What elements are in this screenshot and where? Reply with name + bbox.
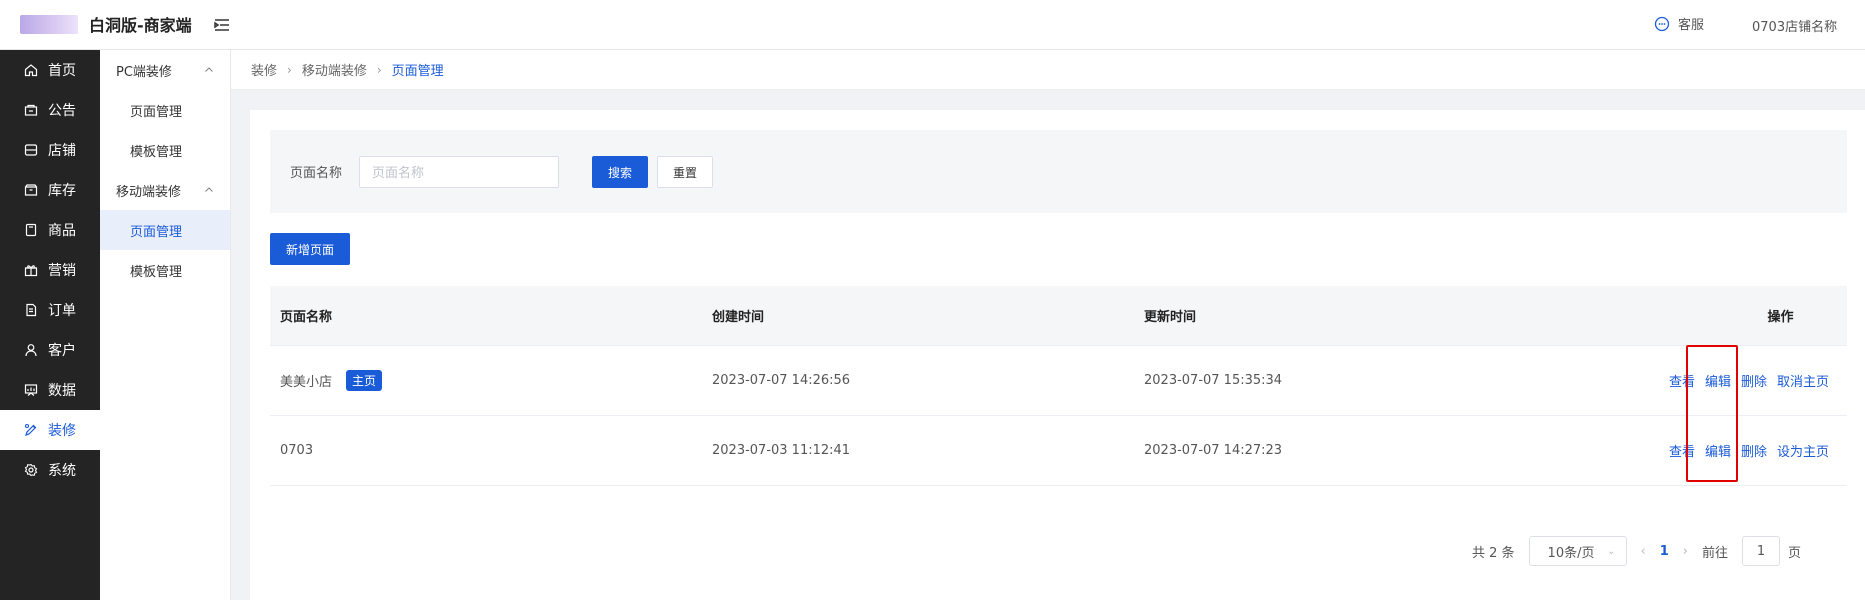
pagination: 共 2 条 10条/页 ⌄ ‹ 1 › 前往 1 页: [1472, 536, 1801, 566]
sidebar-item-label: 数据: [48, 383, 76, 399]
sidebar-item-goods[interactable]: 商品: [0, 210, 100, 250]
store-icon: [24, 144, 38, 156]
chevron-right-icon: ›: [376, 62, 382, 77]
search-button[interactable]: 搜索: [592, 156, 648, 188]
sidebar-item-inventory[interactable]: 库存: [0, 170, 100, 210]
user-icon: [25, 344, 37, 357]
created-time: 2023-07-03 11:12:41: [712, 443, 851, 458]
column-header: 更新时间: [1144, 310, 1197, 325]
page-name-input[interactable]: [359, 156, 559, 188]
subnav-item-mobile-pages[interactable]: 页面管理: [100, 210, 230, 250]
subnav-item-pc-pages[interactable]: 页面管理: [100, 90, 230, 130]
sidebar-item-system[interactable]: 系统: [0, 450, 100, 490]
breadcrumb-item[interactable]: 移动端装修: [302, 60, 367, 79]
goto-page-input[interactable]: 1: [1742, 536, 1781, 566]
sidebar-item-label: 装修: [48, 423, 76, 439]
goods-icon: [25, 223, 37, 237]
chart-icon: [24, 384, 38, 396]
chevron-right-icon: ›: [287, 62, 292, 77]
notice-icon: [24, 104, 38, 116]
filter-panel: 页面名称 搜索 重置: [270, 130, 1847, 213]
table-row: 美美小店 主页 2023-07-07 14:26:56 2023-07-07 1…: [270, 346, 1847, 416]
subnav-group-mobile[interactable]: 移动端装修: [100, 170, 230, 210]
sidebar-item-label: 库存: [48, 183, 76, 199]
sidebar-item-label: 首页: [48, 63, 76, 79]
unset-home-link[interactable]: 取消主页: [1777, 371, 1829, 390]
top-bar: 白洞版-商家端 客服 0703店铺名称: [0, 0, 1865, 50]
sidebar-item-label: 店铺: [48, 143, 76, 159]
home-page-badge: 主页: [346, 370, 383, 391]
goto-label: 前往: [1702, 545, 1729, 561]
support-link[interactable]: 客服: [1654, 14, 1704, 33]
sidebar-item-customer[interactable]: 客户: [0, 330, 100, 370]
order-icon: [26, 303, 37, 317]
reset-button[interactable]: 重置: [657, 156, 713, 188]
logo: [20, 15, 78, 34]
add-page-button[interactable]: 新增页面: [270, 233, 350, 265]
subnav-group-label: 移动端装修: [116, 184, 182, 200]
sidebar: 首页 公告 店铺 库存 商品 营销 订单 客户 数据 装修 系统: [0, 50, 100, 600]
sidebar-item-marketing[interactable]: 营销: [0, 250, 100, 290]
total-count: 共 2 条: [1472, 545, 1515, 561]
menu-collapse-icon[interactable]: [213, 16, 231, 34]
next-page-icon[interactable]: ›: [1683, 544, 1688, 559]
gift-icon: [24, 265, 38, 277]
updated-time: 2023-07-07 15:35:34: [1144, 373, 1283, 388]
app-title: 白洞版-商家端: [89, 16, 192, 35]
home-icon: [24, 64, 38, 77]
current-page[interactable]: 1: [1660, 544, 1669, 559]
table-row: 0703 2023-07-03 11:12:41 2023-07-07 14:2…: [270, 416, 1847, 486]
sidebar-item-home[interactable]: 首页: [0, 50, 100, 90]
breadcrumb: 装修 › 移动端装修 › 页面管理: [231, 50, 1865, 90]
subnav: PC端装修 页面管理 模板管理 移动端装修 页面管理 模板管理: [100, 50, 231, 600]
chevron-up-icon: [205, 187, 213, 192]
sidebar-item-label: 公告: [48, 103, 76, 119]
sidebar-item-label: 商品: [48, 223, 76, 239]
page-suffix: 页: [1788, 545, 1802, 561]
sidebar-item-label: 系统: [48, 463, 76, 479]
support-label: 客服: [1678, 18, 1705, 33]
created-time: 2023-07-07 14:26:56: [712, 373, 851, 388]
sidebar-item-label: 营销: [48, 263, 76, 279]
sidebar-item-store[interactable]: 店铺: [0, 130, 100, 170]
column-header: 页面名称: [280, 310, 333, 325]
sidebar-item-data[interactable]: 数据: [0, 370, 100, 410]
sidebar-item-notice[interactable]: 公告: [0, 90, 100, 130]
delete-link[interactable]: 删除: [1741, 371, 1767, 390]
sidebar-item-order[interactable]: 订单: [0, 290, 100, 330]
chevron-down-icon: ⌄: [1607, 545, 1616, 557]
highlight-box: [1686, 345, 1738, 482]
prev-page-icon[interactable]: ‹: [1641, 544, 1646, 559]
sidebar-item-decoration[interactable]: 装修: [0, 410, 100, 450]
delete-link[interactable]: 删除: [1741, 441, 1767, 460]
subnav-group-label: PC端装修: [116, 64, 172, 80]
subnav-item-pc-templates[interactable]: 模板管理: [100, 130, 230, 170]
set-home-link[interactable]: 设为主页: [1777, 441, 1829, 460]
page-name: 美美小店: [280, 375, 333, 390]
page-size-value: 10条/页: [1547, 545, 1595, 561]
breadcrumb-item[interactable]: 装修: [251, 60, 277, 79]
column-header: 操作: [1767, 310, 1794, 325]
chevron-up-icon: [205, 67, 213, 72]
updated-time: 2023-07-07 14:27:23: [1144, 443, 1283, 458]
breadcrumb-current: 页面管理: [391, 64, 444, 79]
pages-table: 页面名称 创建时间 更新时间 操作 美美小店 主页 2023-07-07 14:…: [270, 286, 1847, 486]
chat-icon: [1654, 16, 1670, 31]
subnav-item-mobile-templates[interactable]: 模板管理: [100, 250, 230, 290]
main-content: 页面名称 搜索 重置 新增页面 页面名称 创建时间 更新时间 操作 美美小店 主…: [250, 110, 1865, 600]
sidebar-item-label: 订单: [48, 303, 76, 319]
page-size-select[interactable]: 10条/页 ⌄: [1528, 536, 1627, 566]
filter-label: 页面名称: [290, 166, 343, 181]
sidebar-item-label: 客户: [48, 343, 76, 359]
column-header: 创建时间: [712, 310, 765, 325]
subnav-group-pc[interactable]: PC端装修: [100, 50, 230, 90]
gear-icon: [24, 463, 38, 477]
store-name[interactable]: 0703店铺名称: [1752, 16, 1837, 35]
page-name: 0703: [280, 443, 314, 458]
brush-icon: [24, 423, 37, 436]
inventory-icon: [24, 184, 38, 196]
table-header: 页面名称 创建时间 更新时间 操作: [270, 286, 1847, 346]
